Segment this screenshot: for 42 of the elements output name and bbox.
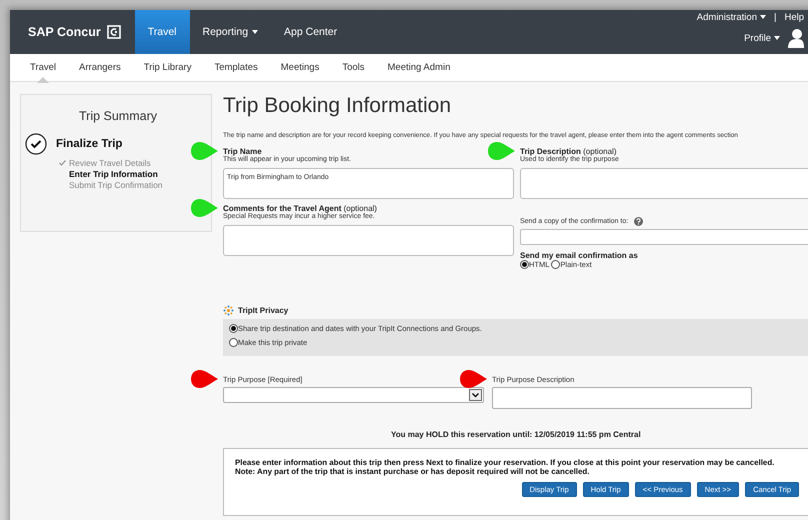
field-label: Trip Name (223, 147, 263, 156)
page-title: Trip Booking Information (223, 94, 452, 118)
logo-icon (106, 25, 121, 39)
sub-nav-tab[interactable]: Meeting Admin (388, 54, 450, 82)
field-label: Trip Description (optional) (520, 147, 618, 156)
administration-link[interactable]: Administration (696, 12, 766, 22)
profile-link[interactable]: Profile (744, 32, 780, 44)
panel-title: Trip Summary (78, 109, 158, 123)
check-icon (59, 160, 66, 166)
tripit-icon (223, 305, 234, 316)
trip-purpose-dropdown[interactable] (223, 387, 484, 403)
field-label: Send my email confirmation as (520, 251, 639, 260)
sub-nav-tab[interactable]: Arrangers (79, 54, 121, 82)
help-icon[interactable] (634, 217, 644, 226)
section-title: TripIt Privacy (238, 306, 288, 315)
sub-step: Submit Trip Confirmation (59, 180, 211, 190)
chevron-down-icon (469, 389, 482, 401)
nav-tab[interactable]: Travel (134, 10, 190, 54)
sub-nav-tab[interactable]: Tools (342, 54, 365, 82)
check-circle-icon (25, 133, 47, 155)
sub-nav-tab[interactable]: Templates (214, 54, 258, 82)
sub-step: Enter Trip Information (59, 169, 211, 179)
field-label: Comments for the Travel Agent (optional) (223, 204, 378, 213)
sub-nav-tab[interactable]: Travel (30, 54, 56, 82)
separator: | (774, 12, 776, 22)
sub-nav-tab[interactable]: Trip Library (144, 54, 192, 82)
nav-tab[interactable]: Reporting (190, 10, 272, 54)
caret-icon (774, 36, 780, 40)
sub-nav-tab[interactable]: Meetings (280, 54, 320, 82)
agent-comments-field[interactable] (223, 225, 514, 256)
caret-icon (252, 30, 258, 34)
nav-tab[interactable]: App Center (271, 10, 350, 54)
purpose-description-field[interactable] (492, 387, 752, 409)
trip-description-field[interactable] (520, 168, 808, 199)
step-title: Finalize Trip (56, 138, 122, 150)
caret-icon (760, 15, 766, 19)
help-link[interactable]: Help (784, 12, 804, 22)
email-copy-field[interactable] (520, 229, 808, 245)
avatar-icon[interactable] (788, 28, 804, 48)
logo[interactable]: SAP Concur (28, 25, 101, 39)
sub-step: Review Travel Details (59, 158, 211, 168)
hold-notice: You may HOLD this reservation until: 12/05/2019 11:55 pm Central (390, 430, 642, 439)
